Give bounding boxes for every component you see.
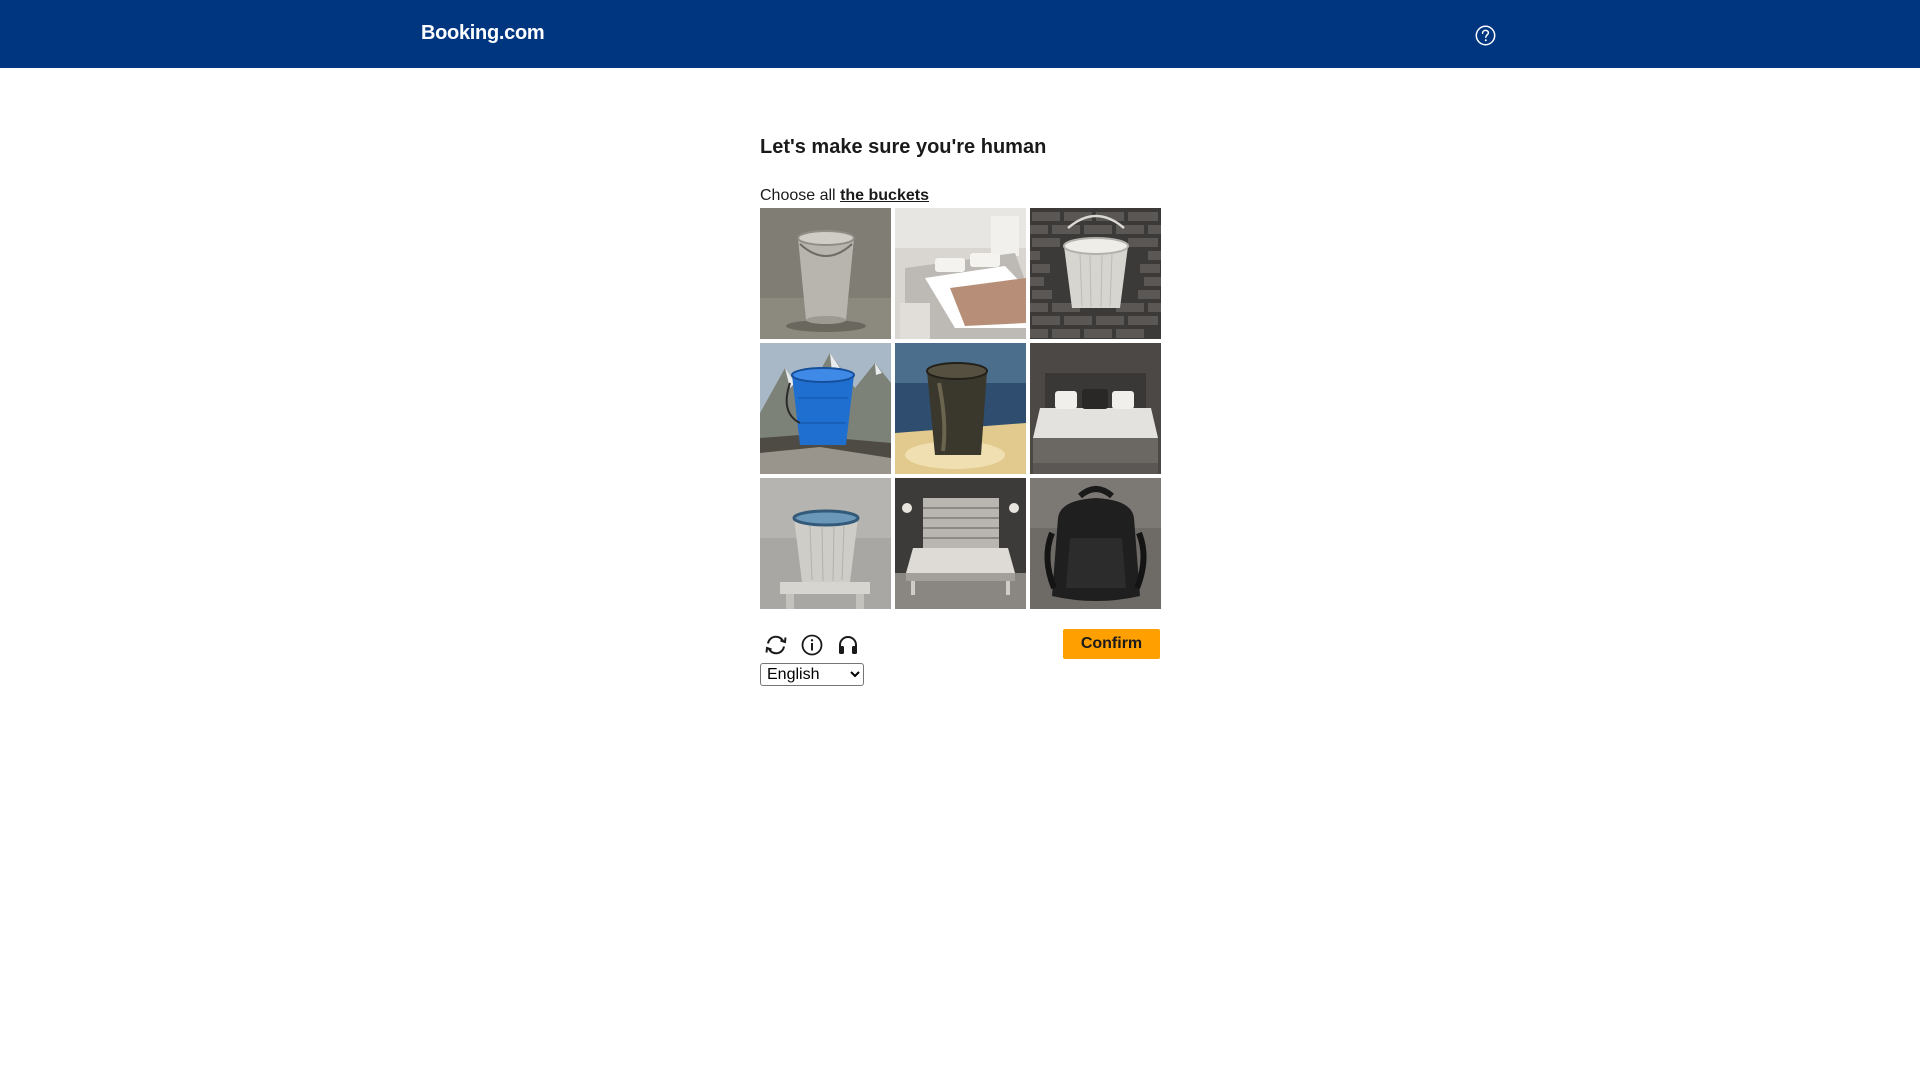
bucket-brick-wall-image [1030,208,1161,339]
captcha-tile-5[interactable] [895,343,1026,474]
captcha-tile-8[interactable] [895,478,1026,609]
captcha-tile-4[interactable] [760,343,891,474]
prompt-prefix: Choose all [760,187,836,204]
confirm-button[interactable]: Confirm [1063,629,1160,659]
captcha-controls: Confirm [760,629,1160,661]
image-grid [760,208,1161,609]
captcha-tile-3[interactable] [1030,208,1161,339]
refresh-icon[interactable] [764,633,788,657]
booking-logo[interactable]: Booking.com [421,22,545,45]
metal-bucket-image [760,208,891,339]
help-icon[interactable] [1475,25,1496,46]
captcha-heading: Let's make sure you're human [760,136,1047,158]
bed-image [1030,343,1161,474]
headphones-icon[interactable] [836,633,860,657]
blue-bucket-mountain-image [760,343,891,474]
captcha-panel: Let's make sure you're human Choose all … [760,130,1161,686]
backpack-image [1030,478,1161,609]
captcha-tile-9[interactable] [1030,478,1161,609]
info-icon[interactable] [800,633,824,657]
language-select[interactable]: English [760,663,864,686]
captcha-prompt: Choose all the buckets [760,186,1160,206]
bed-image [895,478,1026,609]
prompt-target: the buckets [840,187,929,204]
captcha-tile-6[interactable] [1030,343,1161,474]
bucket-on-chair-image [760,478,891,609]
top-header-bar: Booking.com [0,0,1920,68]
captcha-tile-2[interactable] [895,208,1026,339]
captcha-tile-1[interactable] [760,208,891,339]
dark-bucket-water-image [895,343,1026,474]
bed-image [895,208,1026,339]
captcha-tile-7[interactable] [760,478,891,609]
